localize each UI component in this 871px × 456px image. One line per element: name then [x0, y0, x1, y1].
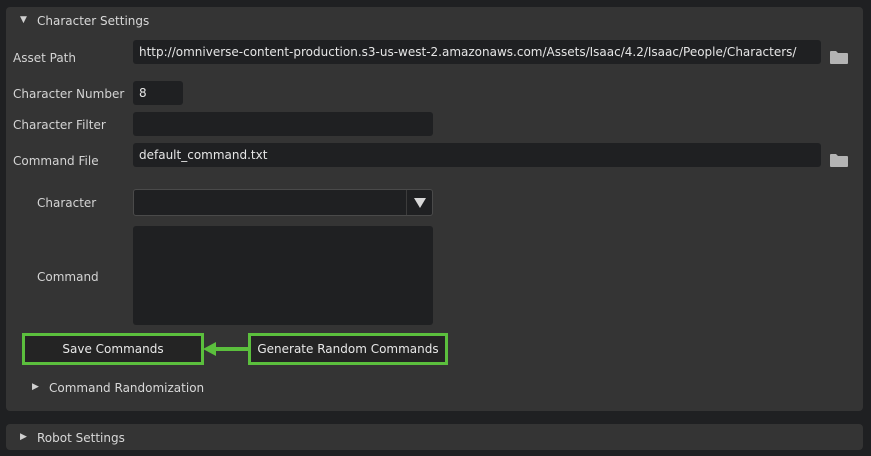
command-randomization-header[interactable]: Command Randomization [49, 381, 204, 395]
folder-icon[interactable] [830, 153, 848, 167]
character-settings-header[interactable]: Character Settings [37, 14, 149, 28]
character-label: Character [37, 196, 97, 210]
expand-triangle-icon[interactable]: ▶ [20, 431, 27, 443]
character-dropdown[interactable] [133, 189, 433, 216]
arrow-left-icon [203, 342, 249, 356]
dropdown-arrow-button[interactable] [406, 190, 432, 215]
character-filter-input[interactable] [133, 112, 433, 136]
character-number-label: Character Number [13, 87, 125, 101]
collapse-triangle-icon[interactable]: ▼ [20, 14, 27, 26]
asset-path-input[interactable]: http://omniverse-content-production.s3-u… [133, 40, 821, 64]
character-number-input[interactable]: 8 [133, 81, 183, 105]
command-file-label: Command File [13, 154, 99, 168]
character-filter-label: Character Filter [13, 118, 106, 132]
expand-triangle-icon[interactable]: ▶ [32, 381, 39, 393]
command-label: Command [37, 270, 99, 284]
command-textarea[interactable] [133, 226, 433, 325]
robot-settings-panel [6, 424, 863, 450]
robot-settings-header[interactable]: Robot Settings [37, 431, 125, 445]
save-commands-button[interactable]: Save Commands [22, 333, 204, 365]
generate-random-commands-button[interactable]: Generate Random Commands [248, 333, 448, 365]
folder-icon[interactable] [830, 50, 848, 64]
chevron-down-icon [413, 197, 426, 208]
asset-path-label: Asset Path [13, 51, 76, 65]
command-file-input[interactable]: default_command.txt [133, 143, 821, 167]
